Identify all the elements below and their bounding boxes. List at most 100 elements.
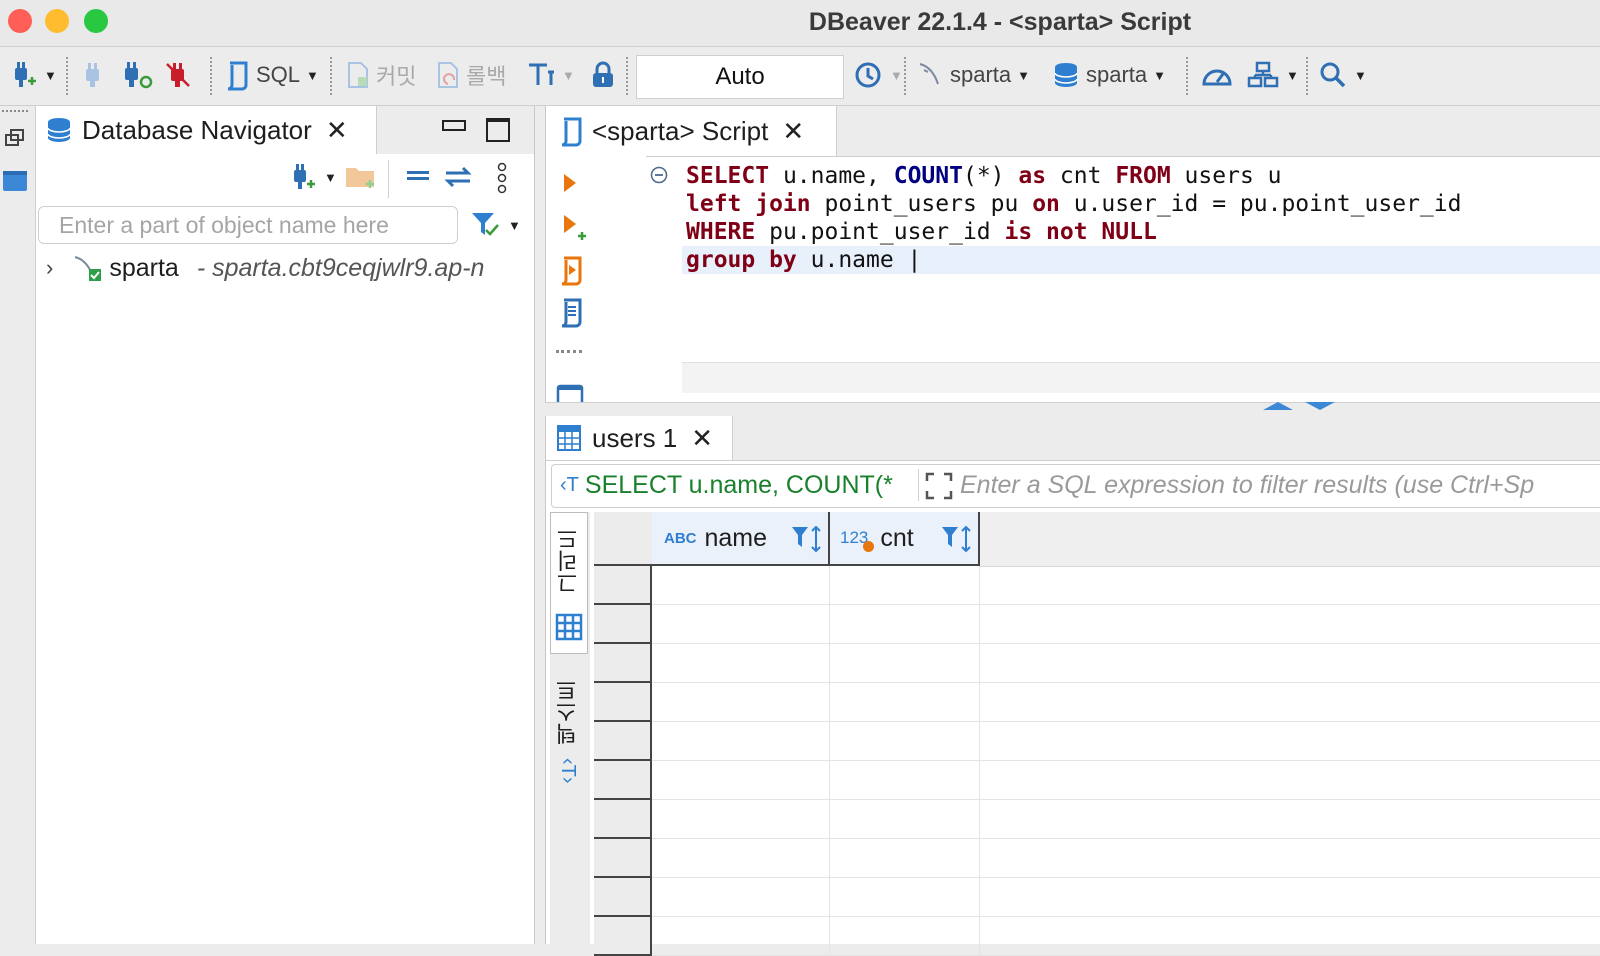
reconnect-button[interactable] — [120, 57, 154, 93]
grid-cell[interactable] — [652, 605, 830, 644]
link-with-editor-button[interactable] — [442, 164, 474, 195]
grid-cell[interactable] — [830, 605, 980, 644]
grid-cell[interactable] — [652, 917, 830, 956]
filter-sql-history[interactable]: ‹T SELECT u.name, COUNT(* — [560, 471, 893, 500]
new-connection-button[interactable]: ▼ — [288, 162, 337, 192]
chevron-down-icon[interactable]: ▼ — [1354, 68, 1367, 83]
chevron-down-icon[interactable]: ▼ — [1017, 68, 1030, 83]
grid-cell[interactable] — [652, 761, 830, 800]
grid-cell[interactable] — [830, 800, 980, 839]
explain-plan-button[interactable] — [556, 296, 586, 333]
grid-cell[interactable] — [980, 722, 1600, 761]
grid-cell[interactable] — [980, 683, 1600, 722]
object-search-input[interactable]: Enter a part of object name here — [38, 206, 458, 244]
code-line[interactable]: WHERE pu.point_user_id is not NULL — [686, 218, 1461, 246]
more-options-icon[interactable] — [496, 162, 508, 199]
tab-grid-view[interactable]: 그리드 — [550, 512, 588, 654]
code-line[interactable]: SELECT u.name, COUNT(*) as cnt FROM user… — [686, 162, 1461, 190]
dashboard-button[interactable] — [1200, 57, 1234, 93]
chevron-down-icon[interactable]: ▼ — [306, 68, 319, 83]
filter-expression-input[interactable]: Enter a SQL expression to filter results… — [960, 471, 1534, 500]
sql-editor-button[interactable]: SQL ▼ — [222, 57, 319, 93]
maximize-editor-icon[interactable] — [1261, 399, 1295, 417]
editor-horizontal-scrollbar[interactable] — [682, 362, 1600, 393]
chevron-down-icon[interactable]: ▼ — [1286, 68, 1299, 83]
expand-filter-icon[interactable] — [924, 471, 954, 506]
tab-text-view[interactable]: 텍스트 ‹T› — [550, 662, 586, 792]
code-line[interactable]: left join point_users pu on u.user_id = … — [686, 190, 1461, 218]
restore-icon[interactable] — [4, 128, 26, 153]
grid-cell[interactable] — [830, 878, 980, 917]
execute-new-tab-button[interactable] — [560, 212, 590, 247]
history-button[interactable]: ▼ — [852, 57, 903, 93]
output-icon[interactable] — [556, 382, 584, 402]
grid-cell[interactable] — [980, 800, 1600, 839]
new-connection-button[interactable]: ▼ — [8, 57, 57, 93]
chevron-down-icon[interactable]: ▼ — [324, 170, 337, 185]
tab-users-1[interactable]: users 1 ✕ — [546, 416, 733, 460]
grid-cell[interactable] — [830, 917, 980, 956]
grid-cell[interactable] — [652, 839, 830, 878]
filter-sort-icon[interactable] — [940, 524, 976, 561]
grid-cell[interactable] — [652, 878, 830, 917]
row-header[interactable] — [594, 800, 652, 839]
row-header[interactable] — [594, 917, 652, 956]
grid-cell[interactable] — [980, 605, 1600, 644]
collapse-all-button[interactable] — [404, 166, 432, 193]
close-icon[interactable]: ✕ — [691, 423, 713, 454]
row-header[interactable] — [594, 761, 652, 800]
filter-button[interactable]: ▼ — [470, 210, 521, 240]
column-header-cnt[interactable]: 123 cnt — [830, 512, 980, 566]
code-line[interactable]: group by u.name | — [686, 246, 1461, 274]
chevron-down-icon[interactable]: ▼ — [508, 218, 521, 233]
lock-button[interactable] — [590, 57, 616, 93]
close-icon[interactable]: ✕ — [782, 116, 804, 147]
grid-cell[interactable] — [980, 839, 1600, 878]
new-folder-button[interactable] — [344, 162, 378, 197]
grid-cell[interactable] — [980, 878, 1600, 917]
grid-cell[interactable] — [830, 761, 980, 800]
grid-corner[interactable] — [594, 512, 654, 566]
connect-button[interactable] — [80, 57, 106, 93]
grid-cell[interactable] — [980, 917, 1600, 956]
chevron-down-icon[interactable]: ▼ — [890, 68, 903, 83]
close-icon[interactable]: ✕ — [326, 115, 348, 146]
tree-node-sparta[interactable]: › sparta - sparta.cbt9ceqjwlr9.ap-n — [36, 248, 534, 288]
row-header[interactable] — [594, 644, 652, 683]
rollback-button[interactable]: 롤백 — [434, 57, 506, 93]
grid-cell[interactable] — [652, 722, 830, 761]
row-header[interactable] — [594, 566, 652, 605]
row-header[interactable] — [594, 683, 652, 722]
maximize-results-icon[interactable] — [1303, 399, 1337, 417]
filter-sort-icon[interactable] — [790, 524, 826, 561]
editor-results-splitter[interactable] — [545, 402, 1600, 417]
grid-cell[interactable] — [830, 722, 980, 761]
grid-cell[interactable] — [830, 566, 980, 605]
chevron-right-icon[interactable]: › — [46, 255, 53, 281]
grid-cell[interactable] — [980, 644, 1600, 683]
row-header[interactable] — [594, 839, 652, 878]
row-header[interactable] — [594, 878, 652, 917]
row-header[interactable] — [594, 605, 652, 644]
erd-button[interactable]: ▼ — [1246, 57, 1299, 93]
search-button[interactable]: ▼ — [1318, 57, 1367, 93]
sql-code[interactable]: SELECT u.name, COUNT(*) as cnt FROM user… — [686, 162, 1461, 274]
transaction-mode-button[interactable]: ▼ — [526, 57, 575, 93]
grid-cell[interactable] — [830, 644, 980, 683]
execute-statement-button[interactable] — [560, 170, 580, 201]
transaction-mode-selector[interactable]: Auto — [636, 55, 844, 99]
active-schema-selector[interactable]: sparta ▼ — [1052, 57, 1166, 93]
disconnect-button[interactable] — [164, 57, 192, 93]
chevron-down-icon[interactable]: ▼ — [44, 68, 57, 83]
commit-button[interactable]: 커밋 — [344, 57, 416, 93]
maximize-icon[interactable] — [486, 118, 510, 142]
active-datasource-selector[interactable]: sparta ▼ — [916, 57, 1030, 93]
row-header[interactable] — [594, 722, 652, 761]
grid-cell[interactable] — [652, 566, 830, 605]
grid-cell[interactable] — [652, 644, 830, 683]
minimize-icon[interactable] — [442, 120, 466, 131]
chevron-down-icon[interactable]: ▼ — [1153, 68, 1166, 83]
panel-icon[interactable] — [2, 168, 28, 199]
grid-cell[interactable] — [652, 800, 830, 839]
execute-script-button[interactable] — [556, 254, 586, 291]
